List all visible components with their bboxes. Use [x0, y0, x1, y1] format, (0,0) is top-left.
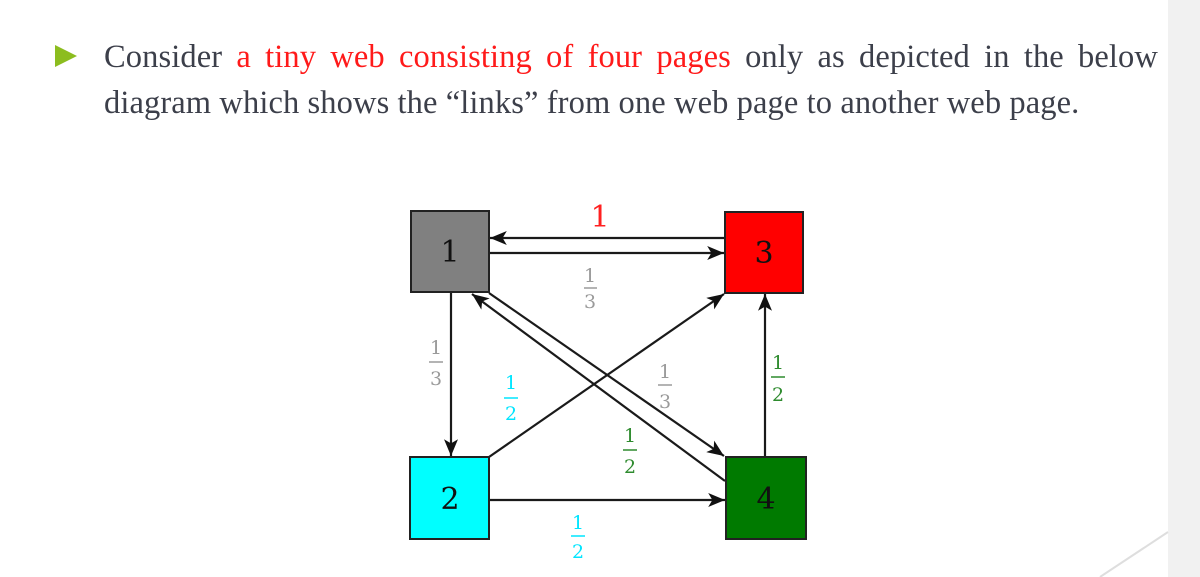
- edge-label-1-to-4-num: 1: [659, 361, 671, 383]
- edge-label-2-to-4-num: 1: [572, 512, 584, 534]
- edge-label-1-to-3-num: 1: [584, 265, 596, 287]
- edge-label-4-to-1-den: 2: [624, 456, 636, 478]
- edge-label-2-to-4: 1 2: [571, 512, 585, 563]
- edge-label-2-to-3-num: 1: [505, 372, 517, 394]
- edge-label-4-to-3: 1 2: [771, 352, 785, 406]
- edge-label-1-to-3-den: 3: [584, 291, 596, 313]
- edge-label-4-to-1-num: 1: [624, 425, 636, 447]
- edge-label-1-to-2: 1 3: [429, 337, 443, 390]
- node-4-label: 4: [756, 482, 775, 517]
- node-1: 1: [410, 210, 490, 293]
- edge-label-2-to-3-den: 2: [505, 403, 517, 425]
- node-4: 4: [725, 456, 807, 540]
- node-3-label: 3: [754, 236, 773, 271]
- node-1-label: 1: [440, 235, 459, 270]
- edge-label-3-to-1: 1: [590, 200, 609, 235]
- link-graph-diagram: 1 3 2 4 1 1 3 1 3 1 3 1 2 1 2 1 2 1 2: [409, 200, 807, 563]
- edge-label-2-to-3: 1 2: [504, 372, 518, 425]
- node-2-label: 2: [440, 482, 459, 517]
- node-3: 3: [724, 211, 804, 294]
- edge-label-1-to-2-num: 1: [430, 337, 442, 359]
- edge-label-1-to-4: 1 3: [658, 361, 672, 413]
- edge-label-1-to-4-den: 3: [659, 391, 671, 413]
- edge-label-4-to-3-den: 2: [772, 384, 784, 406]
- edge-label-4-to-1: 1 2: [623, 425, 637, 478]
- edge-label-1-to-2-den: 3: [430, 368, 442, 390]
- edge-label-2-to-4-den: 2: [572, 541, 584, 563]
- edge-label-4-to-3-num: 1: [772, 352, 784, 374]
- node-2: 2: [409, 456, 490, 540]
- edge-label-1-to-3: 1 3: [584, 265, 597, 313]
